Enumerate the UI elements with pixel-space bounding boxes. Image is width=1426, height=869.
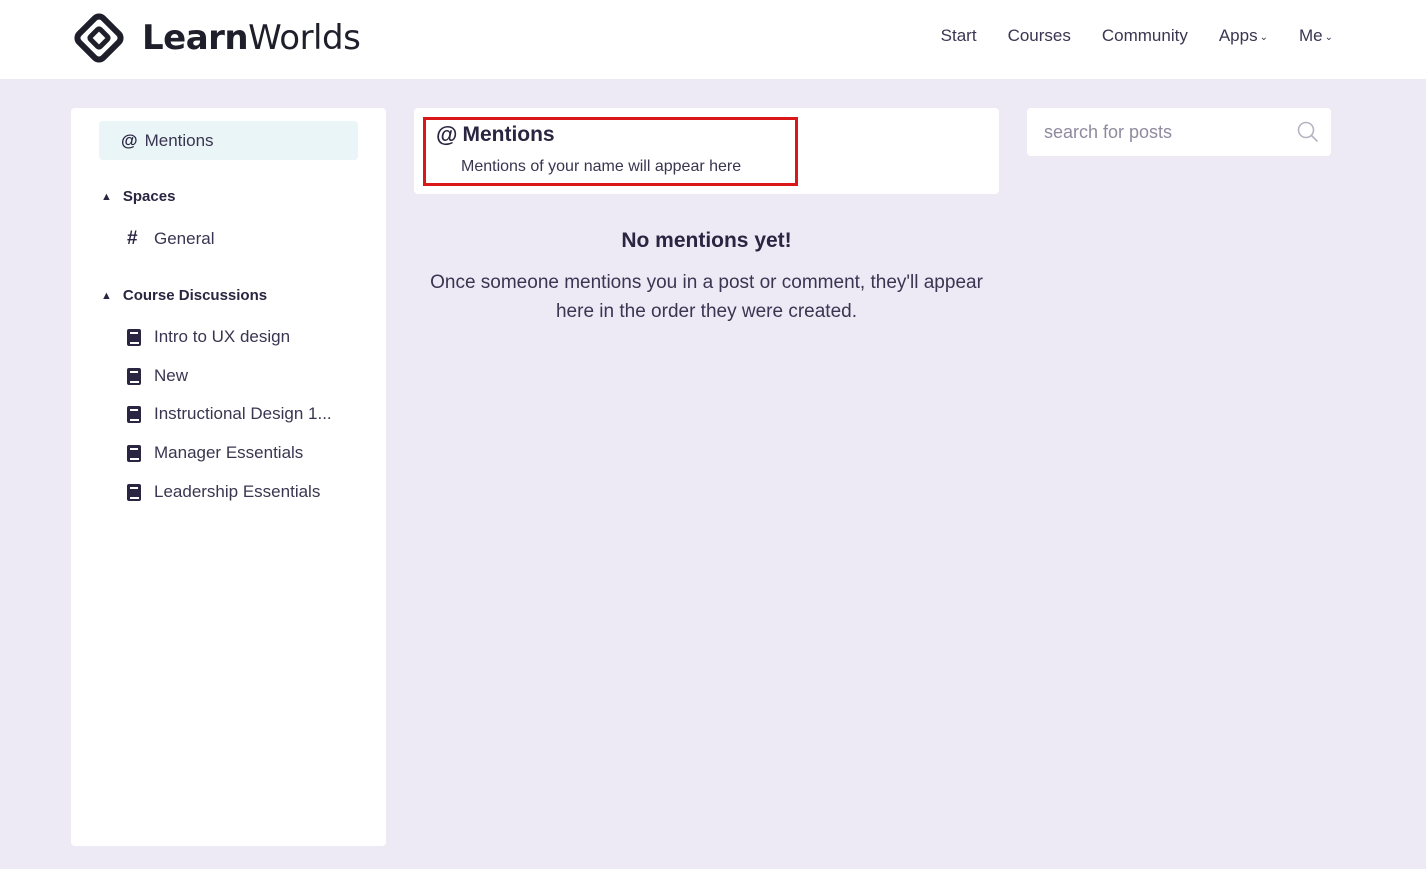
- empty-state-description: Once someone mentions you in a post or c…: [430, 272, 983, 322]
- sidebar-item-course[interactable]: Leadership Essentials: [127, 482, 320, 502]
- sidebar-item-course[interactable]: Manager Essentials: [127, 443, 303, 463]
- sidebar-item-label: Intro to UX design: [154, 327, 291, 346]
- sidebar-item-course[interactable]: New: [127, 366, 188, 386]
- book-icon: [127, 328, 141, 346]
- learnworlds-logo[interactable]: LearnWorlds: [70, 9, 361, 67]
- empty-state-title: No mentions yet!: [621, 229, 792, 252]
- sidebar-item-general[interactable]: # General: [127, 228, 214, 250]
- top-navigation-bar: LearnWorlds Start Courses Community Apps…: [0, 0, 1426, 79]
- nav-apps[interactable]: Apps ⌄: [1219, 26, 1268, 46]
- nav-community[interactable]: Community: [1102, 26, 1188, 46]
- nav-courses[interactable]: Courses: [1008, 26, 1071, 46]
- chevron-down-icon: ⌄: [1259, 31, 1268, 43]
- main-nav: Start Courses Community Apps ⌄ Me ⌄: [941, 26, 1333, 46]
- section-title: Course Discussions: [122, 287, 268, 304]
- sidebar-item-course[interactable]: Instructional Design 1...: [127, 404, 332, 424]
- chevron-down-icon: ⌄: [1324, 31, 1333, 43]
- search-box: [1027, 108, 1331, 156]
- chevron-up-icon: ▲: [101, 289, 112, 302]
- sidebar-item-label: General: [154, 229, 215, 248]
- search-input[interactable]: [1027, 109, 1277, 155]
- course-discussions-section-toggle[interactable]: ▲ Course Discussions: [101, 287, 267, 304]
- nav-me[interactable]: Me ⌄: [1299, 26, 1333, 46]
- section-title: Spaces: [122, 188, 176, 205]
- sidebar-item-label: New: [154, 366, 189, 385]
- logo-icon: [74, 13, 124, 63]
- search-icon[interactable]: [1297, 121, 1319, 143]
- sidebar-item-course[interactable]: Intro to UX design: [127, 327, 290, 347]
- book-icon: [127, 405, 141, 423]
- book-icon: [127, 367, 141, 385]
- sidebar-item-label: Manager Essentials: [154, 443, 304, 462]
- hash-icon: #: [127, 228, 138, 249]
- sidebar-item-mentions[interactable]: @ Mentions: [99, 121, 358, 160]
- sidebar-item-label: Instructional Design 1...: [154, 404, 332, 423]
- logo-text: LearnWorlds: [142, 18, 361, 58]
- page-title: @ Mentions: [436, 122, 555, 147]
- at-icon: @: [436, 122, 458, 147]
- community-sidebar: @ Mentions ▲ Spaces # General ▲ Course D…: [71, 108, 386, 846]
- nav-start[interactable]: Start: [941, 26, 977, 46]
- sidebar-item-label: Mentions: [144, 130, 214, 150]
- chevron-up-icon: ▲: [101, 190, 112, 203]
- book-icon: [127, 483, 141, 501]
- sidebar-item-label: Leadership Essentials: [154, 482, 321, 501]
- mentions-header-card: @ Mentions Mentions of your name will ap…: [414, 108, 999, 194]
- spaces-section-toggle[interactable]: ▲ Spaces: [101, 188, 175, 205]
- page-subtitle: Mentions of your name will appear here: [461, 158, 742, 175]
- at-icon: @: [121, 130, 138, 150]
- book-icon: [127, 444, 141, 462]
